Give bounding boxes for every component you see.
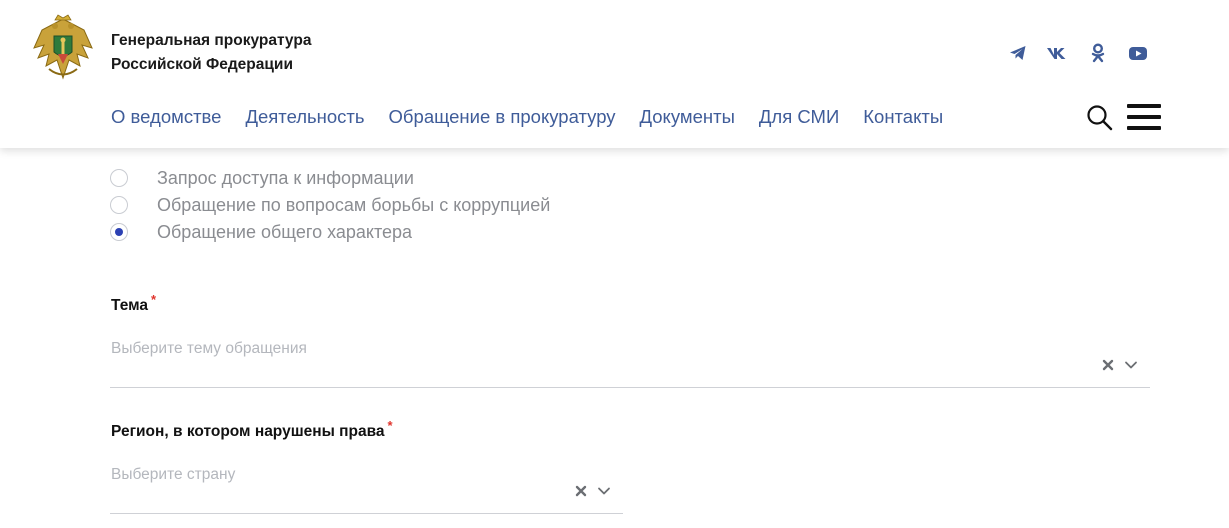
clear-icon[interactable]: [574, 484, 588, 498]
organization-name[interactable]: Генеральная прокуратура Российской Федер…: [111, 29, 311, 77]
radio-label: Обращение по вопросам борьбы с коррупцие…: [157, 194, 551, 215]
nav-item-about[interactable]: О ведомстве: [111, 106, 221, 128]
radio-option-anticorruption[interactable]: Обращение по вопросам борьбы с коррупцие…: [110, 194, 550, 216]
chevron-down-icon[interactable]: [597, 484, 611, 498]
organization-name-line2: Российской Федерации: [111, 56, 293, 73]
nav-item-documents[interactable]: Документы: [640, 106, 735, 128]
radio-button-selected[interactable]: [110, 223, 128, 241]
region-label-text: Регион, в котором нарушены права: [111, 423, 385, 440]
clear-icon[interactable]: [1101, 358, 1115, 372]
topic-label: Тема *: [111, 292, 156, 315]
radio-label: Запрос доступа к информации: [157, 167, 414, 188]
radio-label: Обращение общего характера: [157, 221, 413, 242]
topic-placeholder: Выберите тему обращения: [111, 340, 307, 357]
vk-icon[interactable]: [1046, 42, 1068, 64]
organization-name-line1: Генеральная прокуратура: [111, 32, 312, 49]
nav-item-activity[interactable]: Деятельность: [245, 106, 364, 128]
region-placeholder: Выберите страну: [111, 466, 236, 483]
chevron-down-icon[interactable]: [1124, 358, 1138, 372]
youtube-icon[interactable]: [1127, 42, 1149, 64]
search-icon[interactable]: [1086, 104, 1114, 132]
region-label: Регион, в котором нарушены права *: [111, 418, 393, 441]
topic-label-text: Тема: [111, 297, 148, 314]
site-header: Генеральная прокуратура Российской Федер…: [0, 0, 1229, 148]
topic-select[interactable]: Выберите тему обращения: [110, 330, 1150, 388]
nav-item-media[interactable]: Для СМИ: [759, 106, 839, 128]
menu-bar: [1127, 126, 1161, 130]
radio-button[interactable]: [110, 169, 128, 187]
radio-option-info-request[interactable]: Запрос доступа к информации: [110, 167, 414, 189]
nav-item-appeal[interactable]: Обращение в прокуратуру: [389, 106, 616, 128]
hamburger-menu-icon[interactable]: [1127, 103, 1161, 131]
required-asterisk: *: [151, 292, 157, 307]
nav-item-contacts[interactable]: Контакты: [863, 106, 943, 128]
menu-bar: [1127, 104, 1161, 108]
coat-of-arms-logo[interactable]: [32, 14, 94, 84]
region-select[interactable]: Выберите страну: [110, 456, 623, 514]
required-asterisk: *: [387, 418, 393, 433]
radio-option-general[interactable]: Обращение общего характера: [110, 221, 412, 243]
telegram-icon[interactable]: [1007, 42, 1029, 64]
menu-bar: [1127, 115, 1161, 119]
radio-button[interactable]: [110, 196, 128, 214]
odnoklassniki-icon[interactable]: [1087, 42, 1109, 64]
main-navigation: О ведомстве Деятельность Обращение в про…: [111, 106, 967, 128]
